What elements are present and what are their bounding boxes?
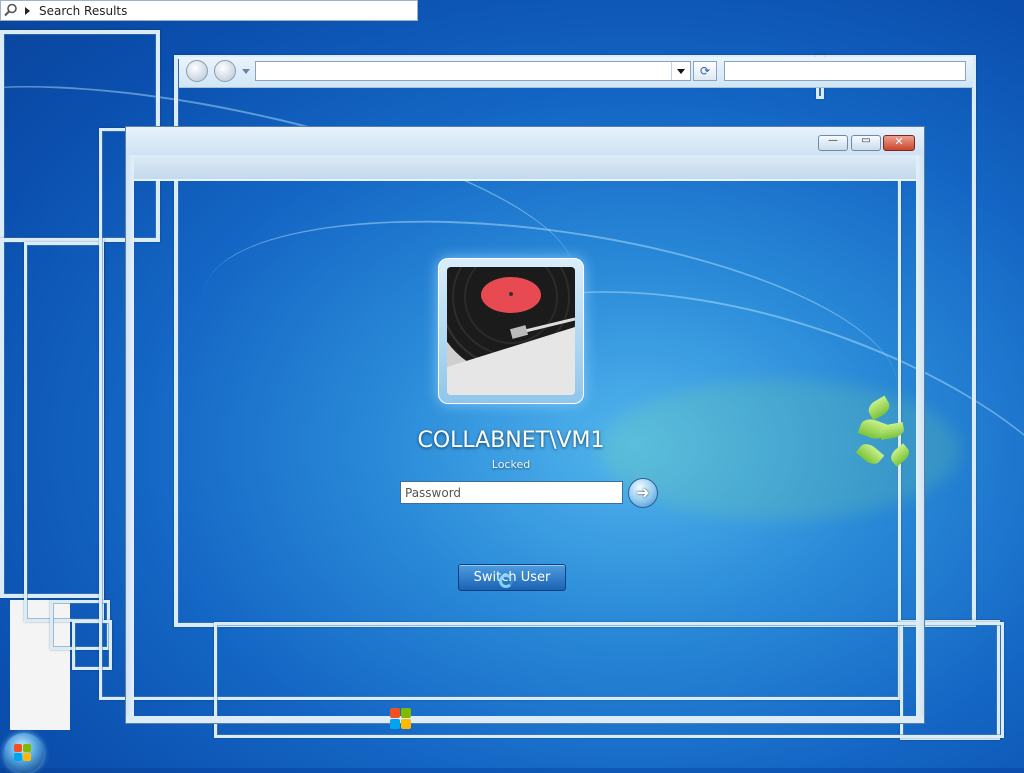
- address-bar[interactable]: [255, 61, 691, 81]
- recent-pages-dropdown-icon[interactable]: [242, 69, 250, 74]
- turntable-image: [447, 267, 575, 395]
- main-window: [125, 126, 925, 724]
- search-results-bar[interactable]: Search Results: [0, 0, 418, 21]
- back-icon[interactable]: [186, 60, 208, 82]
- search-icon: [4, 3, 17, 17]
- user-tile: [438, 258, 584, 404]
- address-dropdown-icon[interactable]: [671, 62, 690, 80]
- expand-arrow-icon[interactable]: [25, 7, 30, 15]
- account-status: Locked: [491, 458, 531, 471]
- forward-icon[interactable]: [214, 60, 236, 82]
- explorer-search-input[interactable]: [724, 61, 966, 81]
- windows-logo-icon: [390, 708, 412, 730]
- password-input[interactable]: [400, 481, 623, 504]
- arrow-right-icon[interactable]: ➜: [628, 478, 658, 508]
- user-picture-turntable: [447, 267, 575, 395]
- busy-spinner-icon: [499, 574, 513, 588]
- ghost-window: [24, 242, 104, 622]
- search-results-label: Search Results: [39, 4, 128, 18]
- account-name: COLLABNET\VM1: [417, 428, 605, 453]
- windows-flag-icon: [14, 744, 32, 762]
- refresh-icon[interactable]: ⟳: [693, 61, 717, 81]
